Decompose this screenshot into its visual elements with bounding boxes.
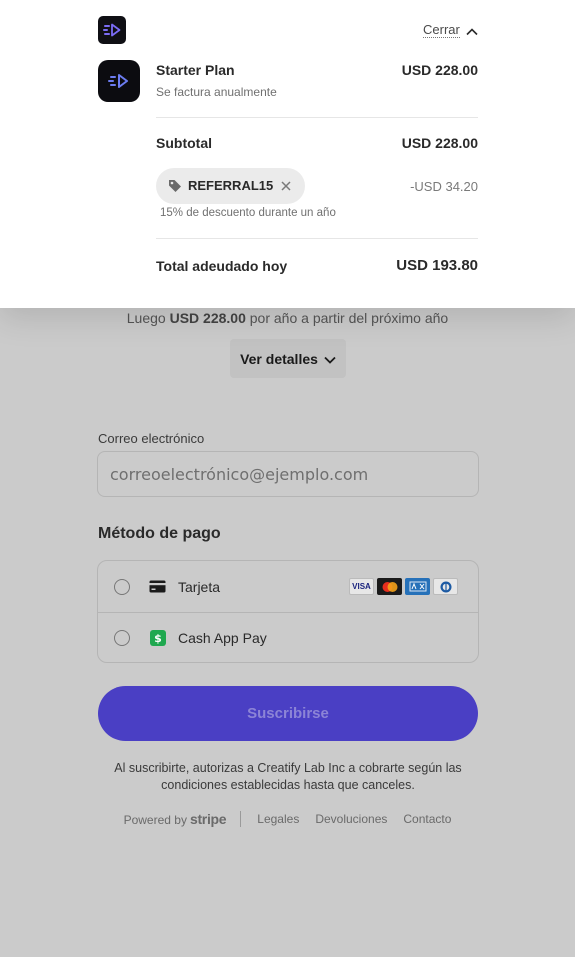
- payment-method-title: Método de pago: [98, 525, 221, 542]
- close-summary-link[interactable]: Cerrar: [423, 22, 460, 38]
- email-field[interactable]: correoelectrónico@ejemplo.com: [97, 451, 479, 497]
- amex-icon: [405, 578, 430, 595]
- cash-app-option-label: Cash App Pay: [178, 630, 267, 646]
- footer-link-legal[interactable]: Legales: [257, 812, 299, 826]
- plan-price: USD 228.00: [401, 62, 478, 78]
- renewal-prefix: Luego: [126, 310, 166, 326]
- stripe-logo: stripe: [189, 811, 227, 827]
- diners-club-icon: [433, 578, 458, 595]
- remove-promo-icon[interactable]: [280, 179, 292, 197]
- plan-icon: [98, 60, 140, 102]
- email-label: Correo electrónico: [98, 431, 205, 446]
- total-due-value: USD 193.80: [396, 257, 478, 274]
- view-details-button[interactable]: Ver detalles: [230, 339, 346, 378]
- promo-code-chip: REFERRAL15: [156, 168, 305, 204]
- tag-icon: [168, 179, 182, 198]
- brand-logo-icon: [98, 16, 126, 44]
- order-summary-panel: Cerrar Starter Plan Se factura anualment…: [0, 0, 575, 308]
- mastercard-icon: [377, 578, 402, 595]
- card-radio[interactable]: [114, 578, 130, 595]
- renewal-suffix: por año a partir del próximo año: [249, 310, 449, 326]
- email-placeholder: correoelectrónico@ejemplo.com: [110, 464, 369, 484]
- payment-option-cash-app[interactable]: $ Cash App Pay: [98, 612, 478, 662]
- plan-billing-period: Se factura anualmente: [156, 85, 277, 99]
- visa-icon: VISA: [349, 578, 374, 595]
- cash-app-radio[interactable]: [114, 630, 130, 646]
- plan-name: Starter Plan: [156, 62, 235, 78]
- discount-value: -USD 34.20: [410, 179, 478, 194]
- payment-option-card[interactable]: Tarjeta VISA: [98, 561, 478, 612]
- subscribe-button[interactable]: Suscribirse: [98, 686, 478, 741]
- card-option-label: Tarjeta: [178, 578, 221, 595]
- renewal-amount: USD 228.00: [169, 310, 246, 326]
- footer-link-refunds[interactable]: Devoluciones: [315, 812, 387, 826]
- view-details-label: Ver detalles: [240, 350, 318, 367]
- footer-link-contact[interactable]: Contacto: [403, 812, 451, 826]
- payment-method-list: Tarjeta VISA $ Cash App Pay: [97, 560, 479, 663]
- divider: [156, 117, 478, 118]
- svg-text:$: $: [154, 632, 162, 645]
- powered-by-text: Powered by: [123, 813, 187, 827]
- divider: [156, 238, 478, 239]
- credit-card-icon: [149, 578, 166, 595]
- powered-by-stripe[interactable]: Powered by stripe: [124, 811, 242, 827]
- legal-notice: Al suscribirte, autorizas a Creatify Lab…: [114, 761, 462, 792]
- chevron-up-icon[interactable]: [466, 23, 478, 41]
- discount-description: 15% de descuento durante un año: [160, 207, 336, 219]
- renewal-note: Luego USD 228.00 por año a partir del pr…: [0, 310, 575, 326]
- promo-code-text: REFERRAL15: [188, 178, 274, 193]
- cash-app-icon: $: [149, 630, 166, 647]
- chevron-down-icon: [324, 351, 336, 367]
- card-brand-logos: VISA: [349, 578, 458, 595]
- subtotal-label: Subtotal: [156, 135, 212, 151]
- total-due-label: Total adeudado hoy: [156, 258, 288, 274]
- subtotal-value: USD 228.00: [401, 135, 478, 151]
- footer: Powered by stripe Legales Devoluciones C…: [0, 811, 575, 827]
